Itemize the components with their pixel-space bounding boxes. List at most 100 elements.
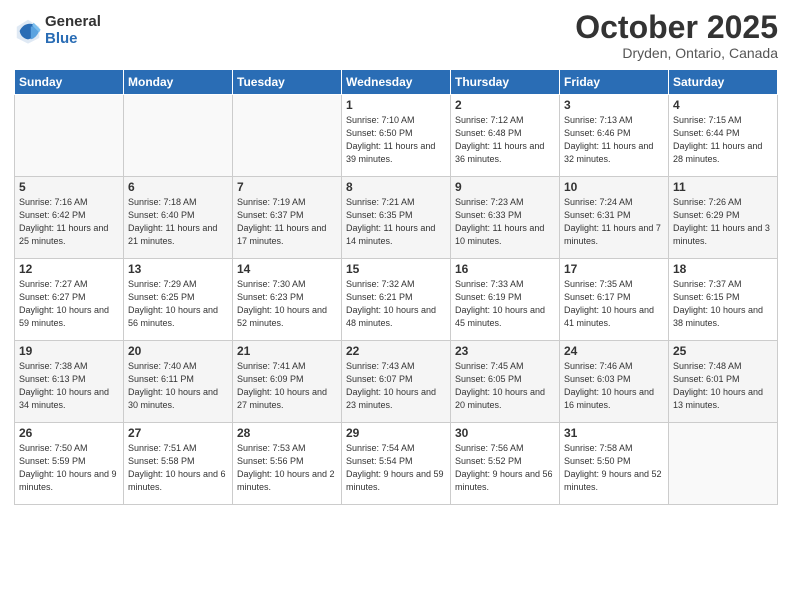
col-friday: Friday: [560, 70, 669, 95]
day-number: 11: [673, 180, 773, 194]
day-info: Sunrise: 7:27 AM Sunset: 6:27 PM Dayligh…: [19, 278, 119, 330]
day-info: Sunrise: 7:51 AM Sunset: 5:58 PM Dayligh…: [128, 442, 228, 494]
calendar-cell: 27 Sunrise: 7:51 AM Sunset: 5:58 PM Dayli…: [124, 423, 233, 505]
day-number: 19: [19, 344, 119, 358]
calendar-cell: 31 Sunrise: 7:58 AM Sunset: 5:50 PM Dayli…: [560, 423, 669, 505]
day-info: Sunrise: 7:24 AM Sunset: 6:31 PM Dayligh…: [564, 196, 664, 248]
day-info: Sunrise: 7:16 AM Sunset: 6:42 PM Dayligh…: [19, 196, 119, 248]
day-number: 15: [346, 262, 446, 276]
col-sunday: Sunday: [15, 70, 124, 95]
day-number: 28: [237, 426, 337, 440]
calendar-cell: 12Sunrise: 7:27 AM Sunset: 6:27 PM Dayli…: [15, 259, 124, 341]
calendar-cell: 24 Sunrise: 7:46 AM Sunset: 6:03 PM Dayli…: [560, 341, 669, 423]
day-number: 10: [564, 180, 664, 194]
logo-icon: [14, 17, 42, 45]
day-info: Sunrise: 7:10 AM Sunset: 6:50 PM Dayligh…: [346, 114, 446, 166]
day-number: 31: [564, 426, 664, 440]
day-number: 23: [455, 344, 555, 358]
day-info: Sunrise: 7:32 AM Sunset: 6:21 PM Dayligh…: [346, 278, 446, 330]
logo-blue: Blue: [45, 31, 101, 48]
calendar-cell: [15, 95, 124, 177]
calendar-cell: 1 Sunrise: 7:10 AM Sunset: 6:50 PM Daylig…: [342, 95, 451, 177]
day-number: 6: [128, 180, 228, 194]
day-info: Sunrise: 7:56 AM Sunset: 5:52 PM Dayligh…: [455, 442, 555, 494]
day-number: 20: [128, 344, 228, 358]
day-number: 25: [673, 344, 773, 358]
calendar-cell: 25Sunrise: 7:48 AM Sunset: 6:01 PM Dayli…: [669, 341, 778, 423]
calendar-cell: 19 Sunrise: 7:38 AM Sunset: 6:13 PM Dayli…: [15, 341, 124, 423]
day-info: Sunrise: 7:23 AM Sunset: 6:33 PM Dayligh…: [455, 196, 555, 248]
day-number: 4: [673, 98, 773, 112]
col-monday: Monday: [124, 70, 233, 95]
day-info: Sunrise: 7:13 AM Sunset: 6:46 PM Dayligh…: [564, 114, 664, 166]
day-number: 24: [564, 344, 664, 358]
calendar-cell: 2 Sunrise: 7:12 AM Sunset: 6:48 PM Daylig…: [451, 95, 560, 177]
calendar-container: General Blue October 2025 Dryden, Ontari…: [0, 0, 792, 612]
day-info: Sunrise: 7:53 AM Sunset: 5:56 PM Dayligh…: [237, 442, 337, 494]
day-number: 3: [564, 98, 664, 112]
calendar-cell: 3 Sunrise: 7:13 AM Sunset: 6:46 PM Daylig…: [560, 95, 669, 177]
calendar-week-4: 19 Sunrise: 7:38 AM Sunset: 6:13 PM Dayli…: [15, 341, 778, 423]
calendar-cell: 21Sunrise: 7:41 AM Sunset: 6:09 PM Dayli…: [233, 341, 342, 423]
day-info: Sunrise: 7:46 AM Sunset: 6:03 PM Dayligh…: [564, 360, 664, 412]
calendar-table: Sunday Monday Tuesday Wednesday Thursday…: [14, 69, 778, 505]
calendar-cell: [233, 95, 342, 177]
day-number: 5: [19, 180, 119, 194]
day-number: 27: [128, 426, 228, 440]
calendar-cell: 5 Sunrise: 7:16 AM Sunset: 6:42 PM Daylig…: [15, 177, 124, 259]
calendar-cell: 4 Sunrise: 7:15 AM Sunset: 6:44 PM Daylig…: [669, 95, 778, 177]
day-number: 13: [128, 262, 228, 276]
day-info: Sunrise: 7:18 AM Sunset: 6:40 PM Dayligh…: [128, 196, 228, 248]
day-number: 22: [346, 344, 446, 358]
logo-general: General: [45, 14, 101, 31]
day-info: Sunrise: 7:33 AM Sunset: 6:19 PM Dayligh…: [455, 278, 555, 330]
day-number: 30: [455, 426, 555, 440]
day-info: Sunrise: 7:54 AM Sunset: 5:54 PM Dayligh…: [346, 442, 446, 494]
calendar-header-row: Sunday Monday Tuesday Wednesday Thursday…: [15, 70, 778, 95]
calendar-cell: 16 Sunrise: 7:33 AM Sunset: 6:19 PM Dayli…: [451, 259, 560, 341]
calendar-cell: 10 Sunrise: 7:24 AM Sunset: 6:31 PM Dayli…: [560, 177, 669, 259]
day-info: Sunrise: 7:45 AM Sunset: 6:05 PM Dayligh…: [455, 360, 555, 412]
day-number: 29: [346, 426, 446, 440]
calendar-cell: 6 Sunrise: 7:18 AM Sunset: 6:40 PM Daylig…: [124, 177, 233, 259]
day-number: 1: [346, 98, 446, 112]
day-number: 16: [455, 262, 555, 276]
calendar-cell: [124, 95, 233, 177]
calendar-cell: 7 Sunrise: 7:19 AM Sunset: 6:37 PM Daylig…: [233, 177, 342, 259]
day-info: Sunrise: 7:19 AM Sunset: 6:37 PM Dayligh…: [237, 196, 337, 248]
day-number: 26: [19, 426, 119, 440]
col-wednesday: Wednesday: [342, 70, 451, 95]
day-info: Sunrise: 7:21 AM Sunset: 6:35 PM Dayligh…: [346, 196, 446, 248]
col-thursday: Thursday: [451, 70, 560, 95]
calendar-cell: 9Sunrise: 7:23 AM Sunset: 6:33 PM Daylig…: [451, 177, 560, 259]
title-section: October 2025 Dryden, Ontario, Canada: [575, 10, 778, 61]
day-info: Sunrise: 7:50 AM Sunset: 5:59 PM Dayligh…: [19, 442, 119, 494]
calendar-cell: 30 Sunrise: 7:56 AM Sunset: 5:52 PM Dayli…: [451, 423, 560, 505]
calendar-cell: 20 Sunrise: 7:40 AM Sunset: 6:11 PM Dayli…: [124, 341, 233, 423]
calendar-week-3: 12Sunrise: 7:27 AM Sunset: 6:27 PM Dayli…: [15, 259, 778, 341]
calendar-cell: 23 Sunrise: 7:45 AM Sunset: 6:05 PM Dayli…: [451, 341, 560, 423]
col-tuesday: Tuesday: [233, 70, 342, 95]
day-number: 7: [237, 180, 337, 194]
day-info: Sunrise: 7:38 AM Sunset: 6:13 PM Dayligh…: [19, 360, 119, 412]
day-info: Sunrise: 7:58 AM Sunset: 5:50 PM Dayligh…: [564, 442, 664, 494]
calendar-cell: 15 Sunrise: 7:32 AM Sunset: 6:21 PM Dayli…: [342, 259, 451, 341]
day-info: Sunrise: 7:12 AM Sunset: 6:48 PM Dayligh…: [455, 114, 555, 166]
day-info: Sunrise: 7:35 AM Sunset: 6:17 PM Dayligh…: [564, 278, 664, 330]
day-info: Sunrise: 7:15 AM Sunset: 6:44 PM Dayligh…: [673, 114, 773, 166]
calendar-cell: 22Sunrise: 7:43 AM Sunset: 6:07 PM Dayli…: [342, 341, 451, 423]
day-info: Sunrise: 7:40 AM Sunset: 6:11 PM Dayligh…: [128, 360, 228, 412]
day-number: 18: [673, 262, 773, 276]
calendar-cell: 26 Sunrise: 7:50 AM Sunset: 5:59 PM Dayli…: [15, 423, 124, 505]
day-info: Sunrise: 7:29 AM Sunset: 6:25 PM Dayligh…: [128, 278, 228, 330]
calendar-cell: 18Sunrise: 7:37 AM Sunset: 6:15 PM Dayli…: [669, 259, 778, 341]
day-info: Sunrise: 7:41 AM Sunset: 6:09 PM Dayligh…: [237, 360, 337, 412]
location: Dryden, Ontario, Canada: [575, 45, 778, 61]
day-number: 2: [455, 98, 555, 112]
calendar-cell: 14Sunrise: 7:30 AM Sunset: 6:23 PM Dayli…: [233, 259, 342, 341]
calendar-week-1: 1 Sunrise: 7:10 AM Sunset: 6:50 PM Daylig…: [15, 95, 778, 177]
calendar-week-2: 5 Sunrise: 7:16 AM Sunset: 6:42 PM Daylig…: [15, 177, 778, 259]
calendar-cell: 13 Sunrise: 7:29 AM Sunset: 6:25 PM Dayli…: [124, 259, 233, 341]
header: General Blue October 2025 Dryden, Ontari…: [14, 10, 778, 61]
day-info: Sunrise: 7:26 AM Sunset: 6:29 PM Dayligh…: [673, 196, 773, 248]
